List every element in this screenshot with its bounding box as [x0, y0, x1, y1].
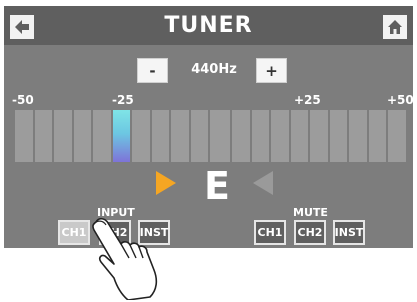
meter-segment [290, 110, 309, 162]
meter-segment [132, 110, 150, 162]
scale-tick-plus-25: +25 [294, 93, 321, 107]
mute-ch1-button[interactable]: CH1 [254, 220, 286, 245]
mute-inst-button[interactable]: INST [333, 220, 365, 245]
meter-segment [34, 110, 53, 162]
pitch-plus-button[interactable]: + [256, 58, 287, 83]
scale-tick-plus-50: +50 [387, 93, 413, 107]
sharp-indicator-arrow-icon [253, 171, 273, 195]
mute-ch2-button[interactable]: CH2 [294, 220, 326, 245]
home-button[interactable] [383, 15, 407, 39]
tuner-screen: TUNER - 440Hz + -50 -25 +25 +50 E INPUT … [4, 6, 413, 248]
meter-segment [388, 110, 406, 162]
mute-group-label: MUTE [293, 206, 328, 219]
detected-note: E [204, 164, 230, 208]
meter-segment [54, 110, 72, 162]
scale-tick-minus-25: -25 [112, 93, 134, 107]
scale-tick-minus-50: -50 [12, 93, 34, 107]
meter-segment [93, 110, 111, 162]
meter-segment-active [112, 110, 131, 162]
meter-segment [171, 110, 189, 162]
meter-segment [271, 110, 289, 162]
page-title: TUNER [164, 13, 253, 38]
meter-segment [210, 110, 231, 162]
pitch-minus-button[interactable]: - [137, 58, 168, 83]
flat-indicator-arrow-icon [156, 171, 176, 195]
meter-segment [251, 110, 270, 162]
meter-segment [310, 110, 328, 162]
meter-segment [190, 110, 209, 162]
input-ch1-button[interactable]: CH1 [58, 220, 90, 245]
reference-pitch-value: 440Hz [191, 62, 237, 77]
meter-segment [368, 110, 387, 162]
meter-segment [232, 110, 250, 162]
meter-segment [329, 110, 348, 162]
meter-segment [15, 110, 33, 162]
pointing-hand-icon [92, 217, 158, 300]
meter-segment [151, 110, 170, 162]
meter-segment [73, 110, 92, 162]
home-icon [388, 20, 402, 34]
header-bar: TUNER [4, 6, 413, 45]
meter-segment [349, 110, 367, 162]
tuning-meter [15, 110, 406, 162]
